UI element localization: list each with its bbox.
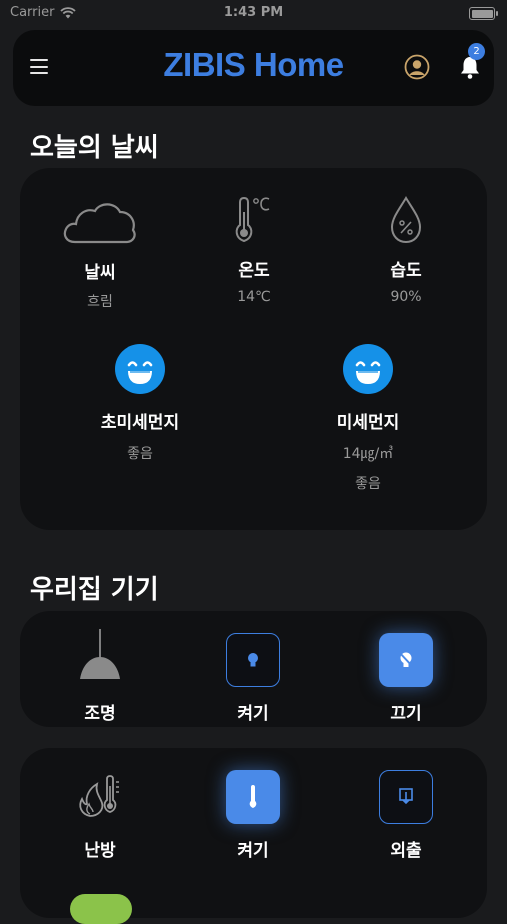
status-bar: Carrier 1:43 PM bbox=[0, 0, 507, 28]
heating-on-button[interactable] bbox=[226, 770, 280, 824]
humidity-value: 90% bbox=[390, 289, 422, 305]
weather-item-sky: 날씨 흐림 bbox=[50, 196, 150, 311]
temperature-label: 온도 bbox=[238, 261, 270, 281]
light-on-label: 켜기 bbox=[237, 704, 269, 724]
notification-badge: 2 bbox=[468, 43, 485, 60]
bulb-icon bbox=[247, 652, 258, 666]
light-on-button[interactable] bbox=[226, 633, 280, 687]
smile-face-icon bbox=[115, 344, 165, 394]
thermometer-icon bbox=[235, 196, 270, 243]
dust-label: 미세먼지 bbox=[336, 413, 400, 433]
light-off-label: 끄기 bbox=[390, 704, 422, 724]
toggle-switch[interactable] bbox=[70, 894, 132, 924]
dust-item: 미세먼지 14㎍/㎥ 좋음 bbox=[298, 344, 438, 493]
profile-icon[interactable] bbox=[404, 54, 430, 80]
heating-label: 난방 bbox=[84, 841, 116, 861]
thermometer-icon bbox=[249, 785, 257, 808]
devices-section-title: 우리집 기기 bbox=[30, 575, 159, 605]
weather-item-temperature: 온도 14℃ bbox=[204, 194, 304, 305]
fine-dust-status: 좋음 bbox=[127, 446, 153, 462]
fine-dust-label: 초미세먼지 bbox=[100, 413, 180, 433]
heating-icon bbox=[79, 775, 119, 817]
battery-icon bbox=[469, 7, 498, 20]
heating-away-label: 외출 bbox=[390, 841, 422, 861]
heating-card: 난방 켜기 외출 bbox=[20, 748, 487, 924]
lighting-label: 조명 bbox=[84, 704, 116, 724]
temperature-value: 14℃ bbox=[237, 289, 271, 305]
humidity-drop-icon bbox=[390, 196, 422, 244]
fine-dust-item: 초미세먼지 좋음 bbox=[70, 344, 210, 463]
pendant-lamp-icon bbox=[80, 629, 120, 679]
dust-status: 좋음 bbox=[355, 476, 381, 492]
weather-section-title: 오늘의 날씨 bbox=[30, 133, 159, 163]
heating-away-button[interactable] bbox=[379, 770, 433, 824]
dust-value: 14㎍/㎥ bbox=[342, 446, 394, 462]
weather-value: 흐림 bbox=[87, 294, 113, 310]
lighting-card: 조명 켜기 끄기 bbox=[20, 611, 487, 727]
light-off-button[interactable] bbox=[379, 633, 433, 687]
heating-on-label: 켜기 bbox=[237, 841, 269, 861]
cloud-icon bbox=[63, 203, 136, 244]
app-header: ZIBIS Home 2 bbox=[13, 30, 494, 106]
clock: 1:43 PM bbox=[223, 5, 284, 20]
weather-item-humidity: 습도 90% bbox=[356, 194, 456, 305]
away-icon bbox=[398, 787, 413, 804]
humidity-label: 습도 bbox=[390, 261, 422, 281]
weather-label: 날씨 bbox=[84, 263, 116, 283]
smile-face-icon bbox=[343, 344, 393, 394]
bulb-off-icon bbox=[398, 651, 414, 668]
weather-card: 날씨 흐림 온도 14℃ 습도 90% 초미세먼지 좋음 미세먼지 14㎍/㎥ … bbox=[20, 168, 487, 530]
